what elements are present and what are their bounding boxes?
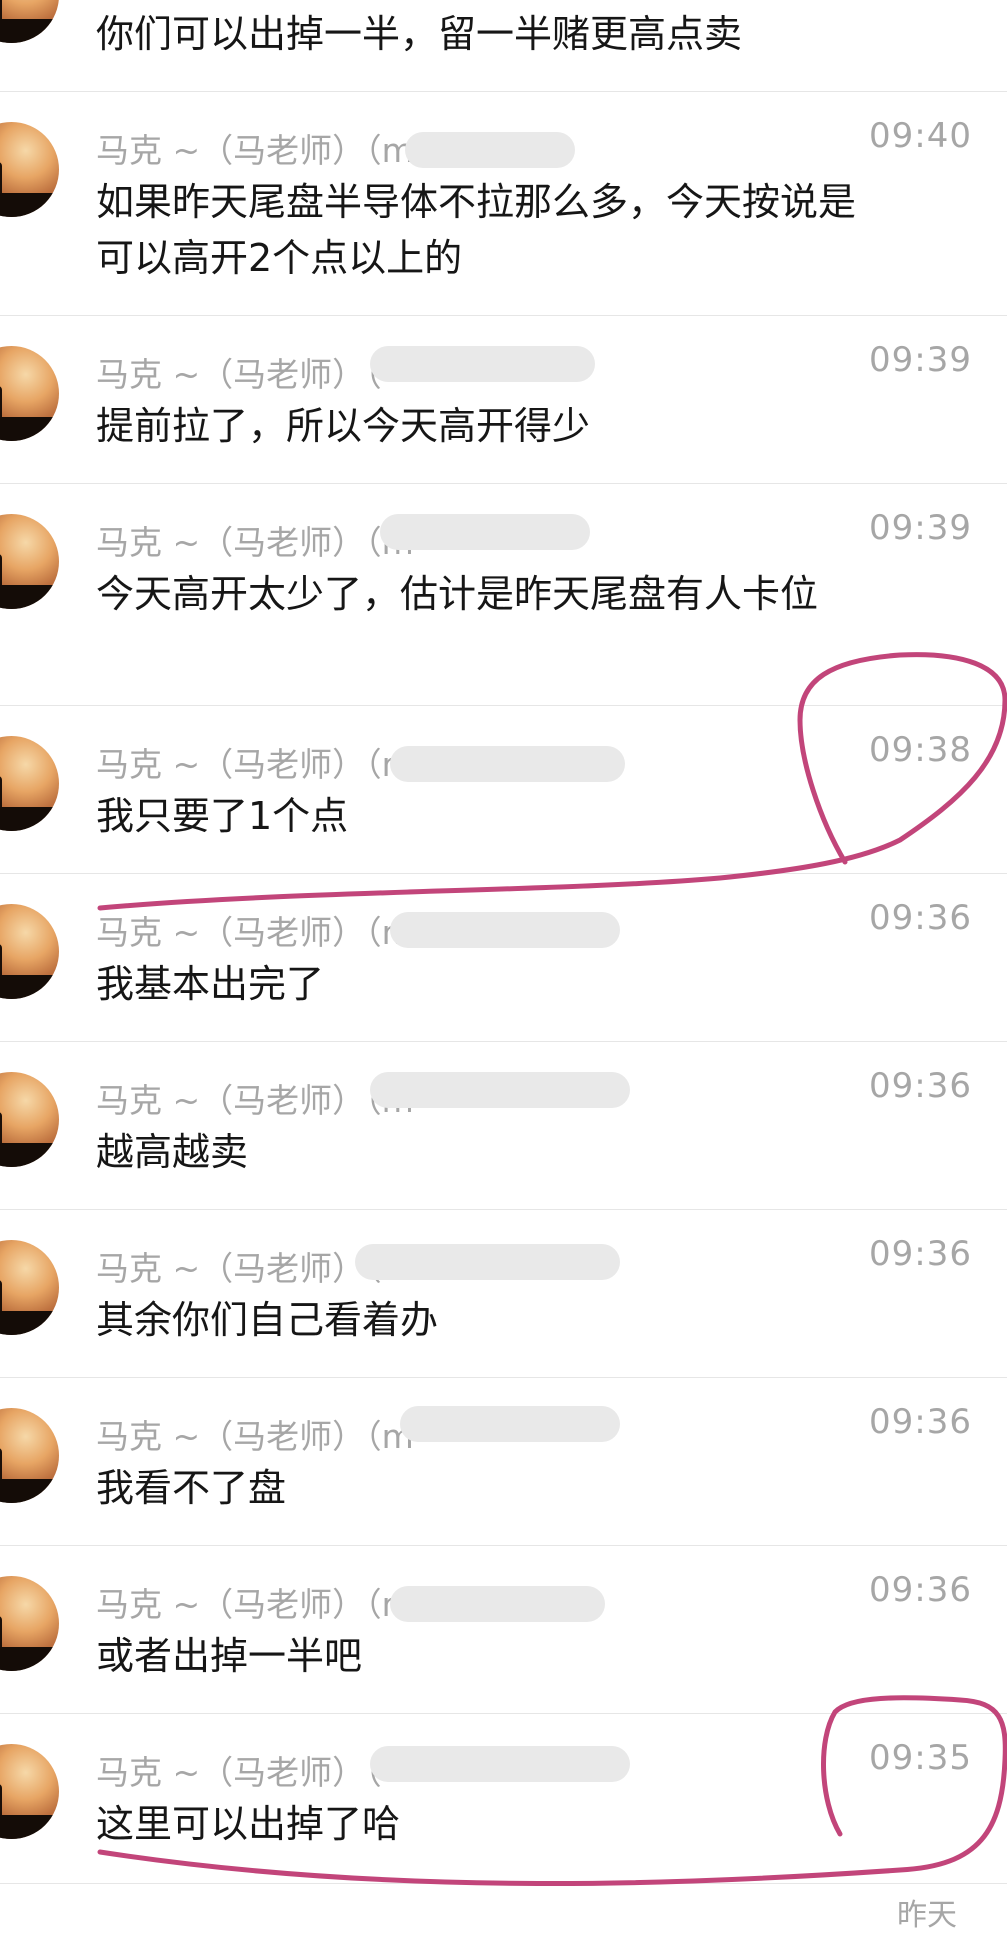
message-time: 09:39 xyxy=(869,508,972,548)
message-text: 其余你们自己看着办 xyxy=(96,1298,439,1342)
sender-name: 马克 ~（马老师）（ xyxy=(96,355,382,394)
redacted-id xyxy=(390,1586,605,1622)
redacted-id xyxy=(400,1406,620,1442)
avatar[interactable] xyxy=(0,1576,59,1671)
redacted-id xyxy=(370,346,595,382)
message-time: 09:36 xyxy=(869,1570,972,1610)
redacted-id xyxy=(380,514,590,550)
chat-message[interactable]: 马克 ~（马老师）（m 09:36 我看不了盘 xyxy=(0,1378,1007,1546)
chat-message[interactable]: 马克 ~（马老师）（ 09:39 提前拉了，所以今天高开得少 xyxy=(0,316,1007,484)
message-text: 如果昨天尾盘半导体不拉那么多，今天按说是可以高开2个点以上的 xyxy=(96,180,857,280)
message-time-partial: 昨天 xyxy=(897,1898,957,1933)
chat-message[interactable]: 马克 ~（马老师）（m 09:36 其余你们自己看着办 xyxy=(0,1210,1007,1378)
sender-name: 马克 ~（马老师）（m xyxy=(96,1417,414,1456)
message-text: 今天高开太少了，估计是昨天尾盘有人卡位 xyxy=(96,572,819,616)
message-text: 这里可以出掉了哈 xyxy=(96,1802,401,1846)
chat-message[interactable]: 马克 ~（马老师）（m 09:36 越高越卖 xyxy=(0,1042,1007,1210)
avatar[interactable] xyxy=(0,904,59,999)
sender-name: 马克 ~（马老师）（m xyxy=(96,1585,414,1624)
message-text: 我看不了盘 xyxy=(96,1466,287,1510)
message-text: 我基本出完了 xyxy=(96,962,325,1006)
message-text: 越高越卖 xyxy=(96,1130,249,1174)
redacted-id xyxy=(390,746,625,782)
message-time: 09:40 xyxy=(869,116,972,156)
sender-name: 马克 ~（马老师）（m xyxy=(96,523,414,562)
sender-name: 马克 ~（马老师）（ xyxy=(96,1753,382,1792)
avatar[interactable] xyxy=(0,514,59,609)
chat-message[interactable]: 马克 ~（马老师）（m 09:40 如果昨天尾盘半导体不拉那么多，今天按说是可以… xyxy=(0,92,1007,316)
message-text: 你们可以出掉一半，留一半赌更高点卖 xyxy=(96,12,743,56)
sender-name: 马克 ~（马老师）（m xyxy=(96,1081,414,1120)
avatar[interactable] xyxy=(0,122,59,217)
redacted-id xyxy=(370,1746,630,1782)
redacted-id xyxy=(390,912,620,948)
avatar[interactable] xyxy=(0,1072,59,1167)
redacted-id xyxy=(355,1244,620,1280)
message-time: 09:36 xyxy=(869,1402,972,1442)
message-time: 09:36 xyxy=(869,898,972,938)
avatar[interactable] xyxy=(0,736,59,831)
chat-list: 你们可以出掉一半，留一半赌更高点卖 马克 ~（马老师）（m 09:40 如果昨天… xyxy=(0,0,1007,1933)
avatar[interactable] xyxy=(0,0,59,43)
chat-message[interactable]: 马克 ~（马老师）（m 09:36 或者出掉一半吧 xyxy=(0,1546,1007,1714)
message-text: 提前拉了，所以今天高开得少 xyxy=(96,404,591,448)
chat-message[interactable]: 你们可以出掉一半，留一半赌更高点卖 xyxy=(0,0,1007,92)
message-time: 09:35 xyxy=(869,1738,972,1778)
avatar[interactable] xyxy=(0,1408,59,1503)
avatar[interactable] xyxy=(0,1744,59,1839)
message-time: 09:36 xyxy=(869,1234,972,1274)
chat-message[interactable]: 马克 ~（马老师）（m 09:39 今天高开太少了，估计是昨天尾盘有人卡位 xyxy=(0,484,1007,706)
sender-name: 马克 ~（马老师）（m xyxy=(96,745,414,784)
message-time: 09:38 xyxy=(869,730,972,770)
message-text: 或者出掉一半吧 xyxy=(96,1634,363,1678)
avatar[interactable] xyxy=(0,346,59,441)
chat-message[interactable]: 马克 ~（马老师）（m 09:38 我只要了1个点 xyxy=(0,706,1007,874)
message-text: 我只要了1个点 xyxy=(96,794,349,838)
chat-message[interactable]: 马克 ~（马老师）（m 09:36 我基本出完了 xyxy=(0,874,1007,1042)
message-time: 09:36 xyxy=(869,1066,972,1106)
divider xyxy=(0,1883,1007,1884)
message-time: 09:39 xyxy=(869,340,972,380)
redacted-id xyxy=(370,1072,630,1108)
chat-message[interactable]: 马克 ~（马老师）（ 09:35 这里可以出掉了哈 xyxy=(0,1714,1007,1884)
sender-name: 马克 ~（马老师）（m xyxy=(96,131,414,170)
redacted-id xyxy=(405,132,575,168)
avatar[interactable] xyxy=(0,1240,59,1335)
sender-name: 马克 ~（马老师）（m xyxy=(96,913,414,952)
